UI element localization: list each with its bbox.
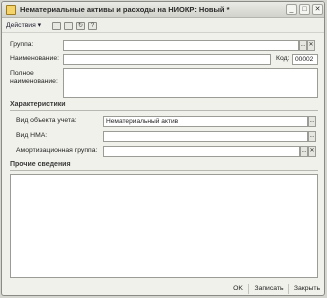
title-bar[interactable]: Нематериальные активы и расходы на НИОКР… — [2, 2, 324, 18]
group-label: Группа: — [10, 41, 34, 48]
other-info-section-title: Прочие сведения — [10, 161, 71, 168]
footer-separator — [288, 284, 289, 294]
save-button[interactable]: Записать — [252, 283, 286, 295]
dialog-window: Нематериальные активы и расходы на НИОКР… — [1, 1, 325, 296]
full-name-textarea[interactable] — [63, 68, 318, 98]
object-type-select-button[interactable]: ... — [308, 116, 316, 127]
characteristics-section-title: Характеристики — [10, 101, 66, 108]
close-button[interactable]: ✕ — [312, 4, 323, 15]
group-field[interactable] — [63, 40, 299, 51]
ok-button[interactable]: OK — [231, 283, 245, 295]
characteristics-divider — [10, 110, 318, 111]
full-name-label-line-2: наименование: — [10, 78, 58, 85]
nma-type-field[interactable] — [103, 131, 308, 142]
app-icon — [6, 5, 16, 15]
copy-icon[interactable] — [64, 22, 73, 30]
group-select-button[interactable]: ... — [299, 40, 307, 51]
refresh-icon[interactable]: ↻ — [76, 22, 85, 30]
window-title: Нематериальные активы и расходы на НИОКР… — [20, 5, 230, 14]
help-icon[interactable]: ? — [88, 22, 97, 30]
object-type-field[interactable]: Нематериальный актив — [103, 116, 308, 127]
other-info-textarea[interactable] — [10, 174, 318, 278]
other-info-divider — [10, 170, 318, 171]
close-form-button[interactable]: Закрыть — [292, 283, 322, 295]
name-label: Наименование: — [10, 55, 60, 62]
minimize-button[interactable]: _ — [286, 4, 297, 15]
name-field[interactable] — [63, 54, 271, 65]
amortization-group-clear-button[interactable]: ✕ — [308, 146, 316, 157]
object-type-label: Вид объекта учета: — [16, 117, 77, 124]
amortization-group-field[interactable] — [103, 146, 300, 157]
group-clear-button[interactable]: ✕ — [307, 40, 315, 51]
document-icon[interactable] — [52, 22, 61, 30]
footer-separator — [248, 284, 249, 294]
toolbar: Действия ▾ ↻ ? — [2, 19, 324, 33]
code-label: Код: — [276, 55, 290, 62]
nma-type-label: Вид НМА: — [16, 132, 48, 139]
nma-type-select-button[interactable]: ... — [308, 131, 316, 142]
code-field[interactable]: 00002 — [292, 54, 318, 65]
full-name-label-line-1: Полное — [10, 70, 34, 77]
maximize-button[interactable]: □ — [299, 4, 310, 15]
actions-menu-button[interactable]: Действия ▾ — [6, 21, 41, 29]
amortization-group-label: Амортизационная группа: — [16, 147, 98, 154]
amortization-group-select-button[interactable]: ... — [300, 146, 308, 157]
